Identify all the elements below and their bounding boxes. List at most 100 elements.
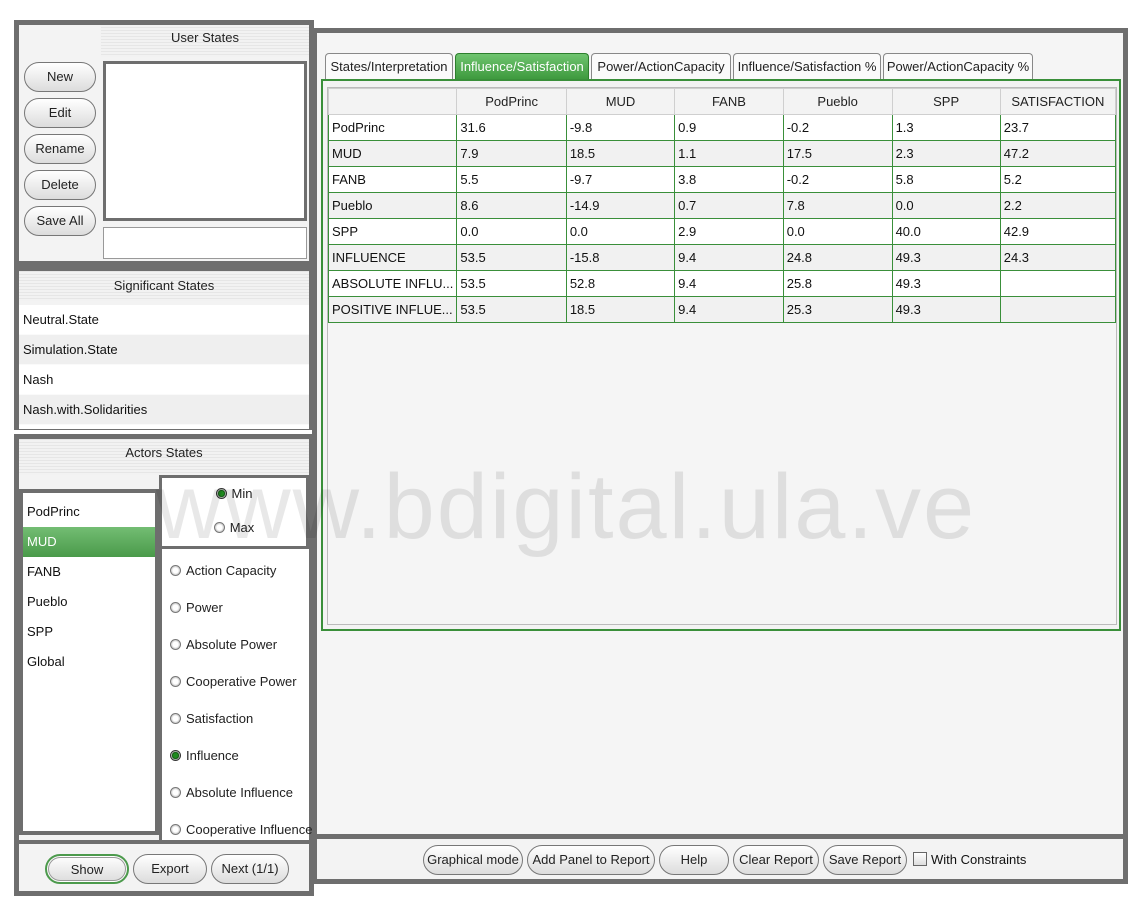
table-cell[interactable]: Pueblo: [328, 192, 458, 219]
tab-influence-satisfaction[interactable]: Influence/Satisfaction: [455, 53, 589, 79]
metric-radio-satisfaction[interactable]: Satisfaction: [170, 711, 309, 726]
table-cell[interactable]: 0.7: [674, 192, 784, 219]
table-cell[interactable]: 52.8: [565, 270, 676, 297]
metric-radio-power[interactable]: Power: [170, 600, 309, 615]
table-cell[interactable]: [999, 270, 1116, 297]
table-cell[interactable]: 40.0: [891, 218, 1001, 245]
metric-radio-action-capacity[interactable]: Action Capacity: [170, 563, 309, 578]
column-header[interactable]: SPP: [891, 88, 1001, 115]
table-cell[interactable]: 5.8: [891, 166, 1001, 193]
max-radio[interactable]: Max: [162, 520, 306, 535]
save-all-button[interactable]: Save All: [24, 206, 96, 236]
table-cell[interactable]: 2.3: [891, 140, 1001, 167]
table-cell[interactable]: 23.7: [999, 114, 1116, 141]
table-cell[interactable]: 53.5: [456, 296, 567, 323]
next-button[interactable]: Next (1/1): [211, 854, 289, 884]
tab-states-interpretation[interactable]: States/Interpretation: [325, 53, 453, 79]
edit-button[interactable]: Edit: [24, 98, 96, 128]
table-cell[interactable]: 5.2: [999, 166, 1116, 193]
state-name-input[interactable]: [103, 227, 307, 259]
table-cell[interactable]: 53.5: [456, 270, 567, 297]
table-cell[interactable]: 7.8: [782, 192, 893, 219]
help-button[interactable]: Help: [659, 845, 729, 875]
table-cell[interactable]: 0.9: [674, 114, 784, 141]
table-cell[interactable]: 9.4: [674, 296, 784, 323]
clear-report-button[interactable]: Clear Report: [733, 845, 819, 875]
significant-state-item[interactable]: Neutral.State: [19, 305, 309, 335]
table-cell[interactable]: 47.2: [999, 140, 1116, 167]
table-cell[interactable]: 31.6: [456, 114, 567, 141]
table-cell[interactable]: SPP: [328, 218, 458, 245]
table-cell[interactable]: 42.9: [999, 218, 1116, 245]
new-button[interactable]: New: [24, 62, 96, 92]
user-states-list[interactable]: [103, 61, 307, 221]
actor-item-global[interactable]: Global: [23, 647, 155, 677]
table-cell[interactable]: 49.3: [891, 244, 1001, 271]
table-cell[interactable]: 8.6: [456, 192, 567, 219]
column-header[interactable]: [328, 88, 458, 115]
export-button[interactable]: Export: [133, 854, 207, 884]
save-report-button[interactable]: Save Report: [823, 845, 907, 875]
tab-influence-satisfaction-pct[interactable]: Influence/Satisfaction %: [733, 53, 881, 79]
column-header[interactable]: MUD: [565, 88, 676, 115]
actor-item-pueblo[interactable]: Pueblo: [23, 587, 155, 617]
table-cell[interactable]: 53.5: [456, 244, 567, 271]
actor-item-mud[interactable]: MUD: [23, 527, 155, 557]
table-cell[interactable]: 25.3: [782, 296, 893, 323]
table-cell[interactable]: INFLUENCE: [328, 244, 458, 271]
table-cell[interactable]: -0.2: [782, 114, 893, 141]
with-constraints-checkbox[interactable]: With Constraints: [913, 849, 1026, 871]
table-cell[interactable]: -15.8: [565, 244, 676, 271]
column-header[interactable]: PodPrinc: [456, 88, 567, 115]
table-cell[interactable]: ABSOLUTE INFLU...: [328, 270, 458, 297]
delete-button[interactable]: Delete: [24, 170, 96, 200]
column-header[interactable]: SATISFACTION: [999, 88, 1116, 115]
table-cell[interactable]: 0.0: [891, 192, 1001, 219]
table-cell[interactable]: POSITIVE INFLUE...: [328, 296, 458, 323]
table-cell[interactable]: 49.3: [891, 270, 1001, 297]
table-cell[interactable]: -9.7: [565, 166, 676, 193]
table-cell[interactable]: [999, 296, 1116, 323]
table-cell[interactable]: -14.9: [565, 192, 676, 219]
metric-radio-influence[interactable]: Influence: [170, 748, 309, 763]
rename-button[interactable]: Rename: [24, 134, 96, 164]
metric-radio-absolute-influence[interactable]: Absolute Influence: [170, 785, 309, 800]
table-cell[interactable]: 1.1: [674, 140, 784, 167]
table-cell[interactable]: -9.8: [565, 114, 676, 141]
table-cell[interactable]: 18.5: [565, 140, 676, 167]
table-cell[interactable]: 7.9: [456, 140, 567, 167]
table-cell[interactable]: MUD: [328, 140, 458, 167]
table-cell[interactable]: 0.0: [456, 218, 567, 245]
actor-item-podprinc[interactable]: PodPrinc: [23, 497, 155, 527]
table-cell[interactable]: PodPrinc: [328, 114, 458, 141]
table-cell[interactable]: 1.3: [891, 114, 1001, 141]
table-cell[interactable]: 9.4: [674, 270, 784, 297]
significant-state-item[interactable]: Simulation.State: [19, 335, 309, 365]
table-cell[interactable]: 9.4: [674, 244, 784, 271]
table-cell[interactable]: 0.0: [782, 218, 893, 245]
show-button[interactable]: Show: [45, 854, 129, 884]
metric-radio-cooperative-influence[interactable]: Cooperative Influence: [170, 822, 312, 837]
actor-item-spp[interactable]: SPP: [23, 617, 155, 647]
significant-state-item[interactable]: Nash: [19, 365, 309, 395]
table-cell[interactable]: 2.9: [674, 218, 784, 245]
table-cell[interactable]: -0.2: [782, 166, 893, 193]
table-cell[interactable]: 24.3: [999, 244, 1116, 271]
table-cell[interactable]: 49.3: [891, 296, 1001, 323]
metric-radio-cooperative-power[interactable]: Cooperative Power: [170, 674, 309, 689]
table-cell[interactable]: 0.0: [565, 218, 676, 245]
add-panel-to-report-button[interactable]: Add Panel to Report: [527, 845, 655, 875]
table-cell[interactable]: 25.8: [782, 270, 893, 297]
column-header[interactable]: FANB: [674, 88, 784, 115]
tab-power-actioncapacity-pct[interactable]: Power/ActionCapacity %: [883, 53, 1033, 79]
table-cell[interactable]: 17.5: [782, 140, 893, 167]
table-cell[interactable]: 5.5: [456, 166, 567, 193]
graphical-mode-button[interactable]: Graphical mode: [423, 845, 523, 875]
min-radio[interactable]: Min: [162, 486, 306, 501]
significant-state-item[interactable]: Nash.with.Solidarities: [19, 395, 309, 425]
tab-power-actioncapacity[interactable]: Power/ActionCapacity: [591, 53, 731, 79]
table-cell[interactable]: 18.5: [565, 296, 676, 323]
table-cell[interactable]: 3.8: [674, 166, 784, 193]
table-cell[interactable]: 2.2: [999, 192, 1116, 219]
table-cell[interactable]: FANB: [328, 166, 458, 193]
